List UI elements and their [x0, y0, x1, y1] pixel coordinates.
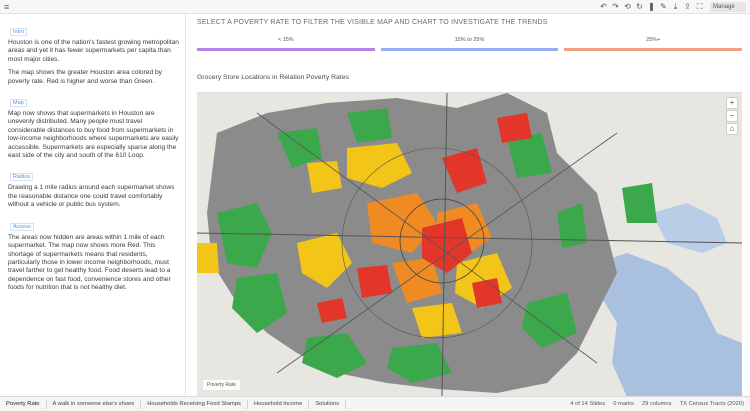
toolbar-icons: ↶ ↷ ⟲ ↻ ❚ ✎ ⤓ ⇪ ⛶: [599, 2, 704, 11]
tab-walk-in-shoes[interactable]: A walk in someone else's shoes: [47, 399, 142, 409]
story-section: Radius Drawing a 1 mile radius around ea…: [8, 165, 180, 209]
section-tag[interactable]: Map: [10, 99, 27, 108]
story-text: Drawing a 1 mile radius around each supe…: [8, 184, 175, 209]
story-section: Map Map now shows that supermarkets in H…: [8, 91, 180, 160]
filter-label: < 15%: [277, 37, 294, 43]
filter-prompt: SELECT A POVERTY RATE TO FILTER THE VISI…: [197, 19, 548, 26]
poverty-filter-bar: < 15% 15% to 25% 25%+: [197, 35, 743, 55]
user-menu[interactable]: Manage: [710, 2, 746, 12]
filter-label: 25%+: [646, 37, 661, 43]
tract-green: [622, 183, 657, 223]
story-section: The map shows the greater Houston area c…: [8, 69, 180, 86]
tract-yellow: [197, 243, 219, 273]
story-panel: Intro Houston is one of the nation's fas…: [0, 14, 186, 396]
story-text: The areas now hidden are areas within 1 …: [8, 233, 171, 292]
story-text: The map shows the greater Houston area c…: [8, 69, 162, 85]
map-title: Grocery Store Locations in Relation Pove…: [197, 74, 349, 81]
filter-color-bar: [380, 48, 559, 51]
column-count: 29 columns: [641, 401, 672, 407]
download-icon[interactable]: ⤓: [671, 2, 680, 11]
tab-solutions[interactable]: Solutions: [309, 399, 347, 409]
fullscreen-icon[interactable]: ⛶: [695, 2, 704, 11]
home-icon[interactable]: ⌂: [726, 123, 738, 135]
story-text: Map now shows that supermarkets in Houst…: [8, 110, 179, 160]
filter-mid[interactable]: 15% to 25%: [380, 35, 559, 55]
marks-count: 0 marks: [613, 401, 634, 407]
poverty-map[interactable]: + − ⌂ Poverty Rate: [197, 92, 742, 396]
redo-icon[interactable]: ↷: [611, 2, 620, 11]
main-dashboard: SELECT A POVERTY RATE TO FILTER THE VISI…: [187, 14, 750, 396]
map-canvas[interactable]: [197, 93, 742, 396]
tab-food-stamps[interactable]: Households Receiving Food Stamps: [141, 399, 248, 409]
tab-poverty-rate[interactable]: Poverty Rate: [0, 399, 47, 409]
pause-icon[interactable]: ❚: [647, 2, 656, 11]
refresh-icon[interactable]: ↻: [635, 2, 644, 11]
story-section: Access The areas now hidden are areas wi…: [8, 215, 180, 293]
section-tag[interactable]: Intro: [10, 28, 28, 36]
revert-icon[interactable]: ⟲: [623, 2, 632, 11]
tract-red: [497, 113, 532, 143]
data-source[interactable]: TX Census Tracts (2020): [680, 401, 744, 407]
menu-icon[interactable]: ≡: [4, 2, 14, 12]
share-icon[interactable]: ⇪: [683, 2, 692, 11]
slide-pager[interactable]: 4 of 14 Slides: [570, 401, 605, 407]
tract-red: [357, 265, 392, 298]
undo-icon[interactable]: ↶: [599, 2, 608, 11]
status-bar: 4 of 14 Slides 0 marks 29 columns TX Cen…: [570, 401, 750, 407]
story-text: Houston is one of the nation's fastest g…: [8, 39, 179, 63]
filter-color-bar: [564, 48, 743, 51]
zoom-out-button[interactable]: −: [726, 110, 738, 122]
top-toolbar: ≡ ↶ ↷ ⟲ ↻ ❚ ✎ ⤓ ⇪ ⛶ Manage: [0, 0, 750, 14]
section-tag[interactable]: Radius: [10, 173, 34, 182]
comment-icon[interactable]: ✎: [659, 2, 668, 11]
section-tag[interactable]: Access: [10, 222, 34, 231]
filter-low[interactable]: < 15%: [197, 35, 375, 55]
filter-high[interactable]: 25%+: [564, 35, 743, 55]
filter-color-bar: [197, 48, 375, 51]
filter-label: 15% to 25%: [454, 37, 485, 43]
map-legend: Poverty Rate: [203, 380, 240, 390]
story-section: Intro Houston is one of the nation's fas…: [8, 20, 180, 64]
tract-yellow: [307, 161, 342, 193]
zoom-in-button[interactable]: +: [726, 97, 738, 109]
tab-household-income[interactable]: Household Income: [248, 399, 310, 409]
sheet-tabs: Poverty Rate A walk in someone else's sh…: [0, 396, 750, 411]
